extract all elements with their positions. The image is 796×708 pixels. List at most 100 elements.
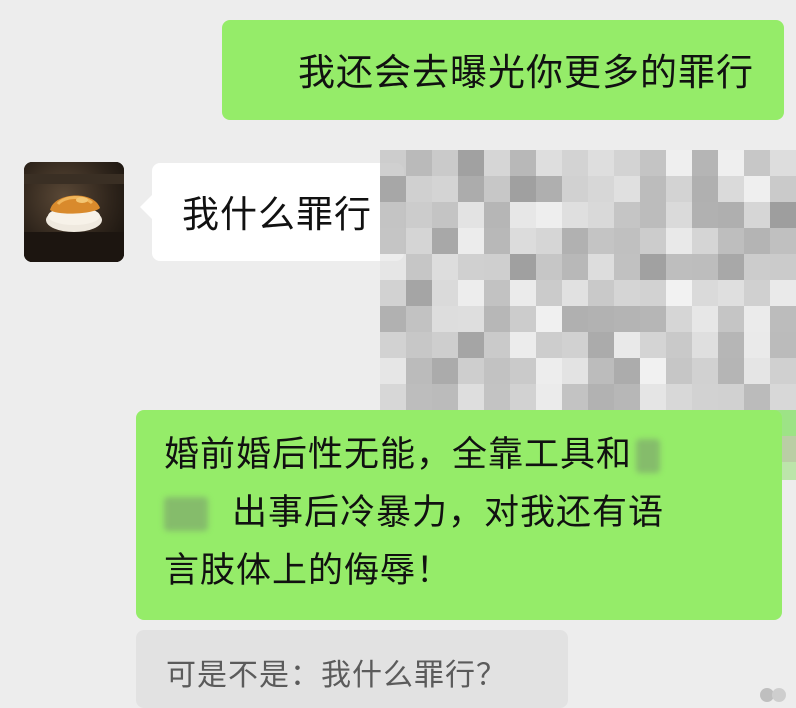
mosaic-cell [588,254,614,280]
mosaic-cell [614,306,640,332]
message-text: 我还会去曝光你更多的罪行 [298,51,754,94]
mosaic-cell [536,280,562,306]
mosaic-cell [458,280,484,306]
mosaic-cell [432,176,458,202]
mosaic-cell [770,202,796,228]
chat-view: 我还会去曝光你更多的罪行 我什么罪行 婚前婚后性无能，全靠工具和 出事后冷暴力，… [0,0,796,708]
mosaic-cell [380,150,406,176]
mosaic-cell [770,306,796,332]
mosaic-cell [770,176,796,202]
mosaic-cell [562,280,588,306]
mosaic-cell [510,254,536,280]
mosaic-cell [536,176,562,202]
quote-sender: 可是不是： [166,658,321,693]
mosaic-cell [666,332,692,358]
mosaic-cell [770,150,796,176]
mosaic-cell [770,254,796,280]
mosaic-cell [640,358,666,384]
mosaic-cell [588,176,614,202]
mosaic-cell [536,202,562,228]
mosaic-cell [614,228,640,254]
mosaic-cell [744,228,770,254]
mosaic-cell [588,358,614,384]
mosaic-cell [536,228,562,254]
redacted-text [164,497,208,531]
mosaic-cell [562,176,588,202]
mosaic-cell [380,228,406,254]
mosaic-cell [536,332,562,358]
mosaic-cell [718,150,744,176]
mosaic-cell [640,280,666,306]
mosaic-cell [432,150,458,176]
mosaic-cell [380,332,406,358]
mosaic-cell [614,176,640,202]
mosaic-cell [588,202,614,228]
mosaic-cell [744,332,770,358]
quote-text: 我什么罪行？ [321,658,507,693]
mosaic-cell [718,228,744,254]
mosaic-cell [718,176,744,202]
mosaic-cell [692,358,718,384]
incoming-message-bubble[interactable]: 我什么罪行 [140,163,404,261]
mosaic-cell [666,254,692,280]
mosaic-cell [484,280,510,306]
mosaic-cell [458,228,484,254]
mosaic-cell [562,150,588,176]
mosaic-cell [458,358,484,384]
mosaic-cell [692,202,718,228]
mosaic-cell [640,202,666,228]
mosaic-cell [718,332,744,358]
mosaic-cell [380,306,406,332]
mosaic-cell [484,384,510,410]
mosaic-cell [666,228,692,254]
mosaic-cell [458,176,484,202]
mosaic-cell [692,332,718,358]
mosaic-cell [718,280,744,306]
mosaic-cell [588,332,614,358]
mosaic-cell [770,228,796,254]
mosaic-cell [640,228,666,254]
contact-avatar[interactable] [24,162,124,262]
mosaic-cell [666,306,692,332]
mosaic-cell [692,254,718,280]
mosaic-cell [406,384,432,410]
outgoing-message-bubble[interactable]: 我还会去曝光你更多的罪行 [222,20,784,120]
mosaic-cell [666,280,692,306]
mosaic-cell [484,202,510,228]
mosaic-cell [484,228,510,254]
mosaic-cell [536,358,562,384]
mosaic-cell [666,176,692,202]
mosaic-cell [484,150,510,176]
message-text: 我什么罪行 [182,193,372,236]
mosaic-cell [640,332,666,358]
mosaic-cell [406,306,432,332]
mosaic-cell [744,384,770,410]
redacted-text [636,439,661,473]
mosaic-cell [432,202,458,228]
mosaic-cell [770,384,796,410]
mosaic-cell [562,358,588,384]
mosaic-cell [380,280,406,306]
mosaic-cell [484,254,510,280]
outgoing-message-bubble[interactable]: 婚前婚后性无能，全靠工具和 出事后冷暴力，对我还有语 言肢体上的侮辱！ [136,410,782,620]
mosaic-cell [510,176,536,202]
mosaic-cell [562,306,588,332]
mosaic-cell [744,254,770,280]
mosaic-cell [718,384,744,410]
mosaic-cell [406,280,432,306]
mosaic-cell [666,384,692,410]
mosaic-cell [458,306,484,332]
mosaic-cell [744,280,770,306]
mosaic-cell [614,202,640,228]
mosaic-cell [380,384,406,410]
mosaic-cell [562,254,588,280]
mosaic-cell [744,358,770,384]
mosaic-cell [406,176,432,202]
quoted-reply[interactable]: 可是不是：我什么罪行？ [136,630,568,708]
mosaic-cell [588,280,614,306]
mosaic-cell [432,254,458,280]
mosaic-cell [406,332,432,358]
message-line: 婚前婚后性无能，全靠工具和 [164,432,756,490]
mosaic-cell [744,176,770,202]
mosaic-cell [536,306,562,332]
